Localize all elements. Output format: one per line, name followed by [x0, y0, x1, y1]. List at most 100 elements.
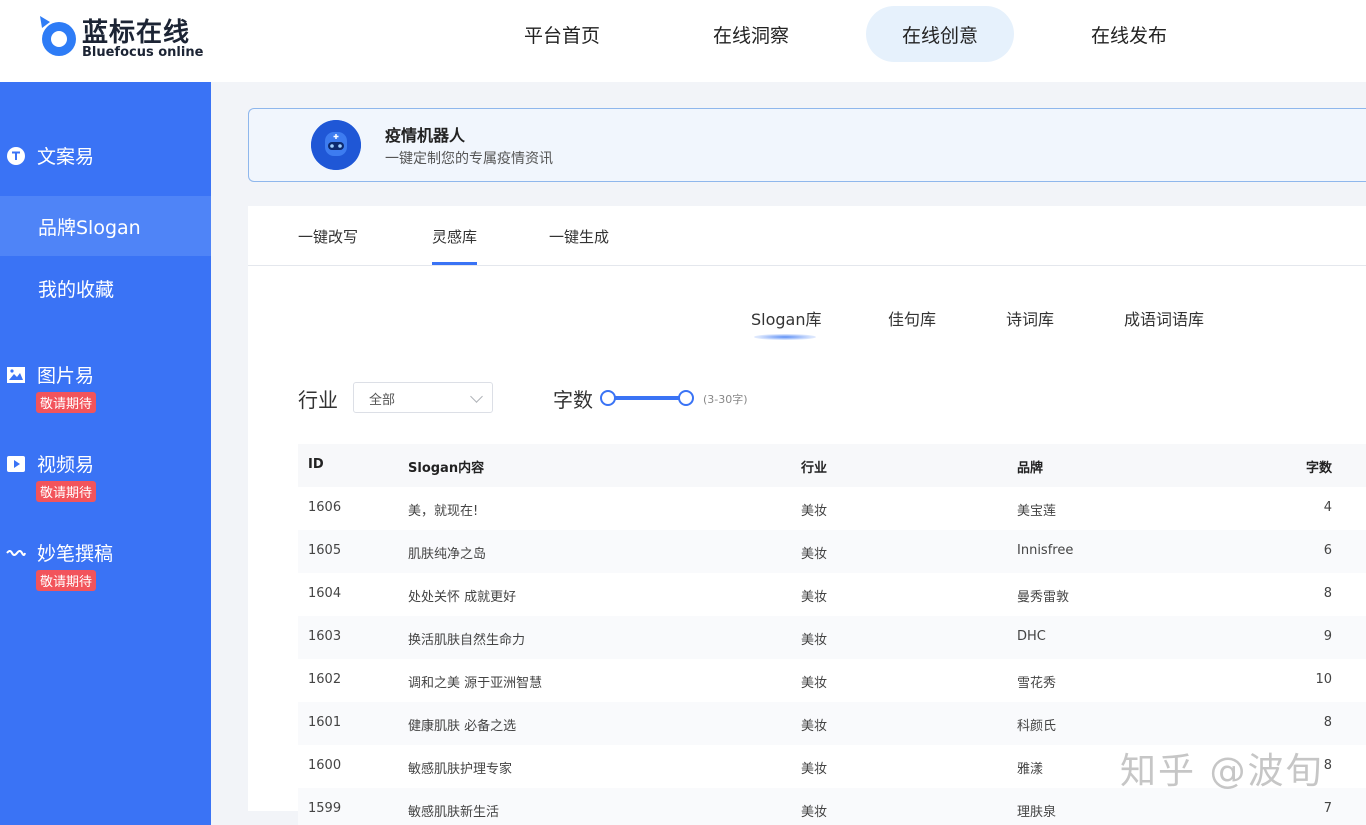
row-id: 1601 [308, 715, 342, 730]
tab-generate[interactable]: 一键生成 [549, 226, 609, 247]
subtab-sentences[interactable]: 佳句库 [888, 306, 936, 330]
row-industry: 美妆 [801, 676, 828, 691]
tab-rewrite[interactable]: 一键改写 [298, 226, 358, 247]
wordcount-filter-label: 字数 [553, 388, 593, 412]
logo-icon [40, 16, 76, 56]
row-id: 1606 [308, 500, 342, 515]
row-slogan: 调和之美 源于亚洲智慧 [408, 676, 543, 691]
row-slogan: 处处关怀 成就更好 [408, 590, 517, 605]
row-brand: 理肤泉 [1017, 805, 1057, 820]
row-wordcount: 8 [1323, 586, 1332, 601]
sidebar-item-shipin[interactable]: 视频易 敬请期待 [0, 450, 211, 502]
banner-subtitle: 一键定制您的专属疫情资讯 [385, 151, 553, 167]
table-row[interactable]: 1602 调和之美 源于亚洲智慧 美妆 雪花秀 10 [298, 659, 1366, 702]
header-brand[interactable]: 品牌 [1017, 457, 1043, 476]
header-content[interactable]: Slogan内容 [408, 457, 484, 476]
row-wordcount: 4 [1323, 500, 1332, 515]
main-card: 一键改写 灵感库 一键生成 Slogan库 佳句库 诗词库 成语词语库 行业 全… [248, 206, 1366, 825]
row-brand: DHC [1017, 629, 1046, 644]
subtab-slogan[interactable]: Slogan库 [751, 306, 822, 330]
play-icon [6, 454, 26, 474]
logo-text-en: Bluefocus online [82, 45, 204, 60]
sidebar: 文案易 品牌Slogan 我的收藏 图片易 敬请期待 视频易 敬请期待 妙笔撰稿… [0, 82, 211, 825]
sidebar-item-favorites[interactable]: 我的收藏 [0, 258, 211, 318]
sidebar-item-label: 视频易 [37, 454, 95, 476]
industry-select[interactable]: 全部 [353, 382, 493, 413]
table-row[interactable]: 1606 美，就现在! 美妆 美宝莲 4 [298, 487, 1366, 530]
sparkle-icon [6, 543, 26, 563]
row-industry: 美妆 [801, 590, 828, 605]
row-brand: 雅漾 [1017, 762, 1044, 777]
row-slogan: 健康肌肤 必备之选 [408, 719, 517, 734]
table-row[interactable]: 1605 肌肤纯净之岛 美妆 Innisfree 6 [298, 530, 1366, 573]
robot-avatar [311, 120, 361, 170]
industry-select-value: 全部 [369, 393, 396, 408]
function-tabs: 一键改写 灵感库 一键生成 [248, 206, 1366, 266]
header-wordcount[interactable]: 字数 [1306, 457, 1332, 476]
header-industry[interactable]: 行业 [801, 457, 827, 476]
table-row[interactable]: 1601 健康肌肤 必备之选 美妆 科颜氏 8 [298, 702, 1366, 745]
epidemic-robot-banner[interactable]: 疫情机器人 一键定制您的专属疫情资讯 [248, 108, 1366, 182]
table-row[interactable]: 1603 换活肌肤自然生命力 美妆 DHC 9 [298, 616, 1366, 659]
slider-track [606, 396, 688, 400]
row-brand: 雪花秀 [1017, 676, 1057, 691]
row-brand: 曼秀雷敦 [1017, 590, 1070, 605]
sidebar-item-label: 我的收藏 [38, 278, 115, 301]
row-wordcount: 10 [1315, 672, 1332, 687]
row-brand: 美宝莲 [1017, 504, 1057, 519]
row-wordcount: 8 [1323, 758, 1332, 773]
row-wordcount: 9 [1323, 629, 1332, 644]
nav-creative[interactable]: 在线创意 [866, 6, 1014, 62]
row-slogan: 换活肌肤自然生命力 [408, 633, 526, 648]
row-id: 1605 [308, 543, 342, 558]
row-industry: 美妆 [801, 633, 828, 648]
coming-soon-badge: 敬请期待 [36, 392, 97, 413]
row-brand: 科颜氏 [1017, 719, 1057, 734]
subtab-idioms[interactable]: 成语词语库 [1124, 306, 1204, 330]
sidebar-item-label: 妙笔撰稿 [37, 543, 114, 565]
row-industry: 美妆 [801, 719, 828, 734]
sidebar-item-miaobi[interactable]: 妙笔撰稿 敬请期待 [0, 539, 211, 591]
row-wordcount: 7 [1323, 801, 1332, 816]
header-id[interactable]: ID [308, 457, 324, 472]
sidebar-item-label: 文案易 [37, 146, 95, 168]
logo[interactable]: 蓝标在线 Bluefocus online [36, 12, 206, 64]
subtab-poetry[interactable]: 诗词库 [1006, 306, 1054, 330]
row-wordcount: 8 [1323, 715, 1332, 730]
row-brand: Innisfree [1017, 543, 1074, 558]
top-header: 蓝标在线 Bluefocus online 平台首页 在线洞察 在线创意 在线发… [0, 0, 1366, 82]
sidebar-item-wenan[interactable]: 文案易 [0, 142, 211, 169]
row-slogan: 敏感肌肤护理专家 [408, 762, 513, 777]
sidebar-item-label: 品牌Slogan [38, 216, 141, 239]
row-id: 1599 [308, 801, 342, 816]
wordcount-range-text: (3-30字) [703, 393, 748, 406]
banner-title: 疫情机器人 [385, 126, 466, 145]
slider-max-handle[interactable] [678, 390, 694, 406]
row-industry: 美妆 [801, 504, 828, 519]
row-industry: 美妆 [801, 762, 828, 777]
row-id: 1602 [308, 672, 342, 687]
row-slogan: 肌肤纯净之岛 [408, 547, 487, 562]
logo-text-cn: 蓝标在线 [82, 18, 191, 48]
row-slogan: 敏感肌肤新生活 [408, 805, 500, 820]
wordcount-range-slider[interactable] [600, 390, 694, 406]
industry-filter-label: 行业 [298, 388, 338, 412]
nav-publish[interactable]: 在线发布 [1055, 6, 1203, 62]
slider-min-handle[interactable] [600, 390, 616, 406]
nav-insight[interactable]: 在线洞察 [677, 6, 825, 62]
image-icon [6, 365, 26, 385]
tab-inspiration[interactable]: 灵感库 [432, 226, 478, 265]
sidebar-item-slogan[interactable]: 品牌Slogan [0, 196, 211, 256]
nav-home[interactable]: 平台首页 [488, 6, 636, 62]
chevron-down-icon [470, 390, 483, 403]
row-slogan: 美，就现在! [408, 504, 479, 519]
subtab-active-indicator [754, 334, 816, 340]
row-industry: 美妆 [801, 547, 828, 562]
watermark: 知乎 @波旬 [1120, 751, 1324, 792]
row-id: 1600 [308, 758, 342, 773]
table-row[interactable]: 1604 处处关怀 成就更好 美妆 曼秀雷敦 8 [298, 573, 1366, 616]
row-id: 1604 [308, 586, 342, 601]
sidebar-item-tupian[interactable]: 图片易 敬请期待 [0, 361, 211, 413]
coming-soon-badge: 敬请期待 [36, 481, 97, 502]
top-nav: 平台首页 在线洞察 在线创意 在线发布 [488, 6, 1244, 62]
